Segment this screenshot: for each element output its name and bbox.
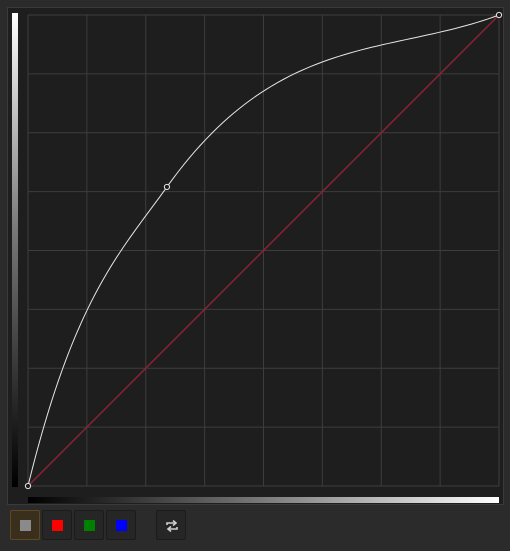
green-square-icon (84, 520, 95, 531)
curve-control-point[interactable] (163, 183, 171, 191)
channel-red-button[interactable] (42, 510, 72, 540)
curves-panel (0, 0, 510, 551)
reset-curve-button[interactable] (156, 510, 186, 540)
channel-green-button[interactable] (74, 510, 104, 540)
curve-control-point[interactable] (24, 482, 32, 490)
blue-square-icon (116, 520, 127, 531)
red-square-icon (52, 520, 63, 531)
curve-canvas[interactable] (0, 0, 510, 551)
channel-luminance-button[interactable] (10, 510, 40, 540)
swap-arrows-icon (166, 519, 178, 533)
channel-blue-button[interactable] (106, 510, 136, 540)
curve-control-point[interactable] (495, 11, 503, 19)
gray-square-icon (20, 520, 31, 531)
